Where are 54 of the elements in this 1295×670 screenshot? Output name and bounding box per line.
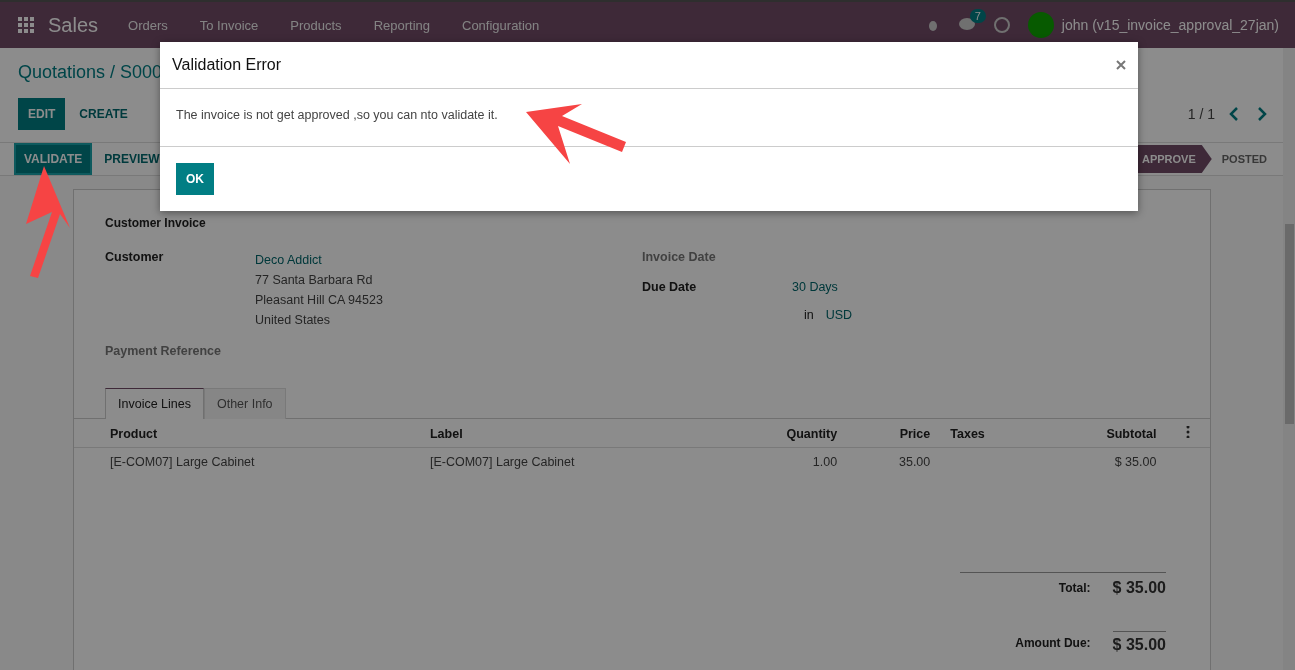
due-date-value[interactable]: 30 Days	[792, 280, 1210, 294]
scrollbar[interactable]	[1283, 48, 1295, 670]
close-icon	[1116, 60, 1126, 70]
dialog-title: Validation Error	[172, 56, 282, 74]
user-name[interactable]: john (v15_invoice_approval_27jan)	[1061, 17, 1279, 33]
column-header[interactable]: Subtotal	[1039, 419, 1167, 448]
menu-item[interactable]: To Invoice	[199, 17, 259, 33]
app-name[interactable]: Sales	[48, 13, 99, 37]
chat-icon[interactable]	[957, 17, 976, 33]
next-icon[interactable]	[1257, 107, 1267, 121]
column-header[interactable]: Taxes	[940, 419, 1040, 448]
message-count-badge: 7	[969, 9, 986, 23]
table-cell: $ 35.00	[1114, 455, 1157, 469]
address-line: Pleasant Hill CA 94523	[255, 292, 384, 309]
edit-button[interactable]: EDIT	[18, 98, 66, 130]
field-label: Payment Reference	[105, 344, 223, 358]
address-line: United States	[255, 312, 332, 329]
validate-button[interactable]: VALIDATE	[16, 145, 91, 173]
currency-value[interactable]: USD	[825, 308, 853, 322]
create-button[interactable]: CREATE	[69, 98, 138, 130]
table-cell: [E-COM07] Large Cabinet	[430, 455, 575, 469]
field-label: Due Date	[642, 280, 698, 294]
total-value: $ 35.00	[1112, 631, 1166, 654]
column-header[interactable]: Label	[420, 419, 719, 448]
status-step[interactable]: POSTED	[1211, 145, 1283, 173]
table-cell: [E-COM07] Large Cabinet	[110, 455, 255, 469]
menu-item[interactable]: Reporting	[373, 17, 430, 33]
table-cell: 35.00	[899, 455, 931, 469]
total-value: $ 35.00	[1112, 579, 1166, 597]
currency-prefix: in	[804, 308, 814, 322]
tab[interactable]: Other Info	[203, 388, 286, 419]
tab[interactable]: Invoice Lines	[105, 388, 204, 419]
close-button[interactable]	[1116, 60, 1126, 70]
preview-button[interactable]: PREVIEW	[96, 145, 168, 173]
customer-link[interactable]: Deco Addict	[255, 250, 642, 270]
ok-button[interactable]: OK	[176, 163, 214, 195]
field-label: Customer	[105, 250, 165, 266]
menu-item[interactable]: Configuration	[462, 17, 540, 33]
table-cell: 1.00	[812, 455, 838, 469]
pager-counter: 1 / 1	[1187, 106, 1215, 122]
column-header[interactable]: Product	[74, 419, 420, 448]
total-label: Total:	[1058, 581, 1091, 595]
apps-menu-icon[interactable]	[18, 17, 34, 33]
column-header[interactable]: Quantity	[718, 419, 848, 448]
total-label: Amount Due:	[1015, 635, 1091, 650]
sheet-title: Customer Invoice	[104, 216, 207, 230]
menu-item[interactable]: Products	[290, 17, 342, 33]
field-label: Invoice Date	[642, 250, 717, 264]
previous-icon[interactable]	[1229, 107, 1239, 121]
menu-item[interactable]: Orders	[128, 17, 168, 33]
column-header[interactable]: Price	[847, 419, 941, 448]
dialog-message: The invoice is not get approved ,so you can nto validate it.	[176, 108, 498, 122]
address-line: 77 Santa Barbara Rd	[255, 272, 374, 289]
column-options-icon[interactable]	[1186, 426, 1191, 438]
